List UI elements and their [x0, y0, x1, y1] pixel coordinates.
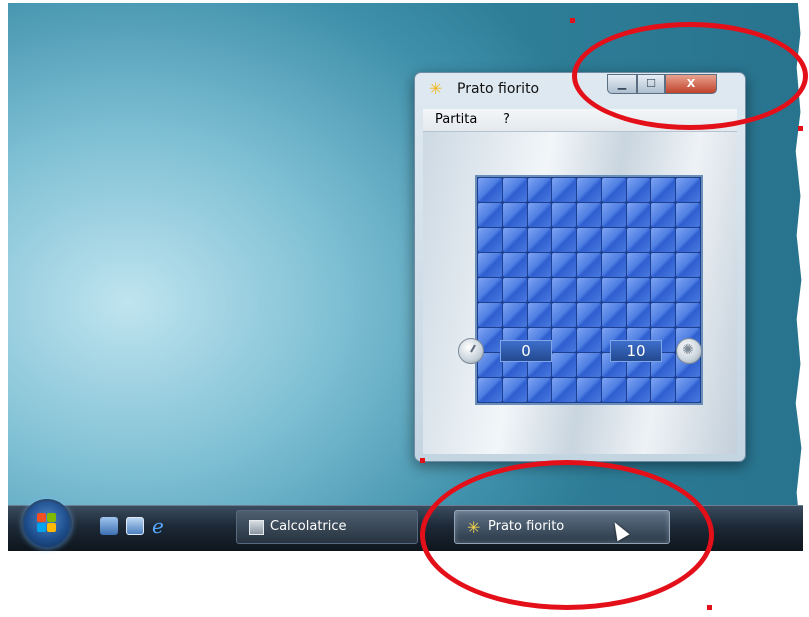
- mine-cell[interactable]: [601, 178, 626, 202]
- start-button[interactable]: [22, 499, 72, 549]
- mine-cell[interactable]: [626, 178, 651, 202]
- mine-cell[interactable]: [552, 353, 577, 377]
- mine-cell[interactable]: [527, 378, 552, 402]
- mine-cell[interactable]: [676, 178, 700, 202]
- mine-cell[interactable]: [676, 228, 700, 252]
- mine-cell[interactable]: [676, 253, 700, 277]
- annotation-marker: [798, 126, 803, 131]
- mine-cell[interactable]: [676, 303, 700, 327]
- mines-counter: 10: [610, 340, 662, 362]
- mine-cell[interactable]: [552, 228, 577, 252]
- flower-icon: ✳: [429, 79, 443, 98]
- mine-cell[interactable]: [527, 228, 552, 252]
- mine-cell[interactable]: [577, 228, 601, 252]
- mine-cell[interactable]: [601, 378, 626, 402]
- mine-cell[interactable]: [527, 203, 552, 227]
- mine-cell[interactable]: [577, 328, 601, 352]
- mine-cell[interactable]: [478, 203, 502, 227]
- mine-cell[interactable]: [651, 178, 676, 202]
- annotation-marker: [570, 18, 575, 23]
- mine-cell[interactable]: [676, 278, 700, 302]
- windows-start-icon: [37, 513, 57, 533]
- mine-cell[interactable]: [552, 303, 577, 327]
- mine-cell[interactable]: [527, 178, 552, 202]
- mine-cell[interactable]: [577, 203, 601, 227]
- highlight-ellipse-taskbar-button: [420, 460, 714, 610]
- mine-cell[interactable]: [577, 378, 601, 402]
- mine-cell[interactable]: [502, 378, 527, 402]
- menu-partita[interactable]: Partita: [435, 112, 477, 127]
- mine-cell[interactable]: [552, 278, 577, 302]
- mine-cell[interactable]: [577, 178, 601, 202]
- mine-cell[interactable]: [626, 228, 651, 252]
- minesweeper-window: ✳ Prato fiorito ▁ ☐ X Partita ?: [414, 72, 746, 462]
- taskbar-button-label: Calcolatrice: [270, 519, 347, 534]
- mine-cell[interactable]: [552, 378, 577, 402]
- mine-cell[interactable]: [601, 203, 626, 227]
- mine-cell[interactable]: [552, 328, 577, 352]
- highlight-ellipse-window-controls: [572, 22, 808, 130]
- mine-cell[interactable]: [651, 378, 676, 402]
- mine-cell[interactable]: [601, 278, 626, 302]
- mine-cell[interactable]: [502, 203, 527, 227]
- mine-cell[interactable]: [478, 278, 502, 302]
- window-title: Prato fiorito: [457, 81, 540, 97]
- mine-cell[interactable]: [478, 228, 502, 252]
- mine-cell[interactable]: [502, 178, 527, 202]
- mine-cell[interactable]: [601, 303, 626, 327]
- mine-cell[interactable]: [502, 278, 527, 302]
- game-area: [423, 132, 737, 454]
- mine-cell[interactable]: [676, 378, 700, 402]
- mine-cell[interactable]: [502, 253, 527, 277]
- annotation-marker: [420, 458, 425, 463]
- mine-cell[interactable]: [676, 203, 700, 227]
- calculator-icon: [249, 520, 264, 535]
- mine-cell[interactable]: [626, 203, 651, 227]
- mine-cell[interactable]: [502, 228, 527, 252]
- clock-icon: [458, 338, 484, 364]
- mine-cell[interactable]: [552, 178, 577, 202]
- mine-cell[interactable]: [651, 203, 676, 227]
- mine-cell[interactable]: [577, 278, 601, 302]
- mine-grid: [475, 175, 703, 405]
- mine-cell[interactable]: [651, 278, 676, 302]
- mine-cell[interactable]: [527, 303, 552, 327]
- show-desktop-icon[interactable]: [100, 517, 118, 535]
- mine-cell[interactable]: [577, 253, 601, 277]
- mine-cell[interactable]: [478, 378, 502, 402]
- mine-cell[interactable]: [626, 253, 651, 277]
- switch-windows-icon[interactable]: [126, 517, 144, 535]
- mine-cell[interactable]: [626, 303, 651, 327]
- timer-display: 0: [500, 340, 552, 362]
- internet-explorer-icon[interactable]: e: [152, 516, 170, 536]
- mine-cell[interactable]: [626, 378, 651, 402]
- mine-cell[interactable]: [527, 253, 552, 277]
- mine-cell[interactable]: [502, 303, 527, 327]
- mine-cell[interactable]: [651, 253, 676, 277]
- taskbar-button-calculator[interactable]: Calcolatrice: [236, 510, 418, 544]
- mine-cell[interactable]: [577, 303, 601, 327]
- mine-icon: [676, 338, 702, 364]
- menu-help[interactable]: ?: [503, 112, 510, 127]
- mine-cell[interactable]: [577, 353, 601, 377]
- mine-cell[interactable]: [651, 228, 676, 252]
- mine-cell[interactable]: [552, 203, 577, 227]
- mine-cell[interactable]: [478, 253, 502, 277]
- mine-cell[interactable]: [478, 178, 502, 202]
- mine-cell[interactable]: [626, 278, 651, 302]
- mine-cell[interactable]: [601, 228, 626, 252]
- mine-cell[interactable]: [651, 303, 676, 327]
- mine-cell[interactable]: [478, 303, 502, 327]
- mine-cell[interactable]: [527, 278, 552, 302]
- mine-cell[interactable]: [601, 253, 626, 277]
- mine-cell[interactable]: [552, 253, 577, 277]
- annotation-marker: [707, 605, 712, 610]
